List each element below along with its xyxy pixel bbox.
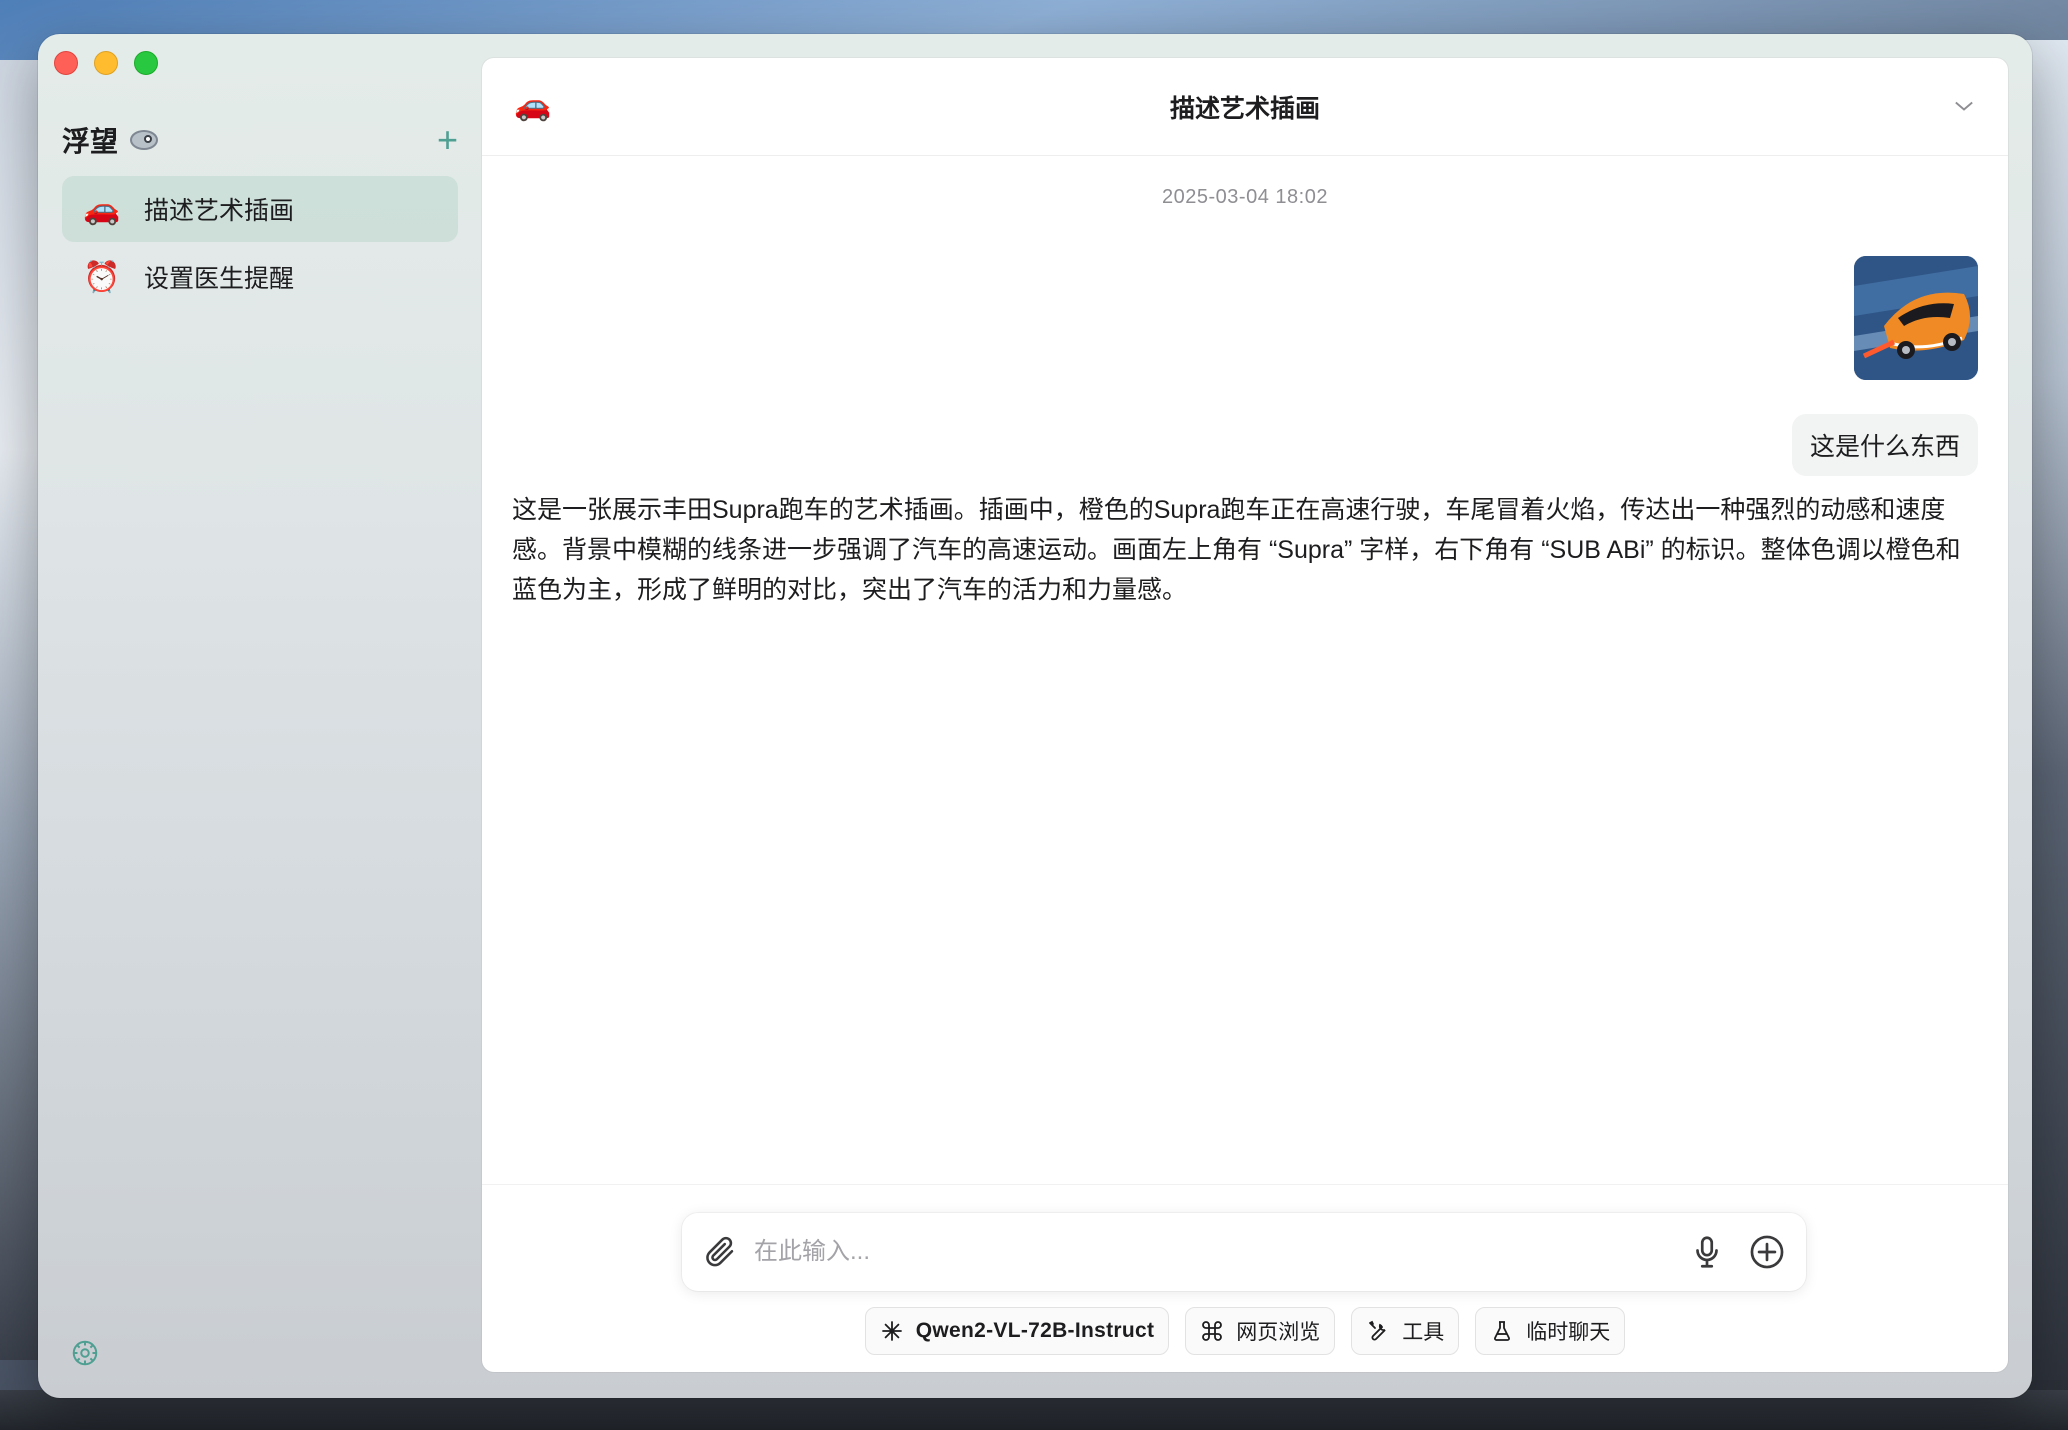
- message-timestamp: 2025-03-04 18:02: [1162, 186, 1328, 208]
- chat-title: 描述艺术插画: [1169, 94, 1320, 123]
- temp-chat-label: 临时聊天: [1526, 1321, 1611, 1344]
- message-input[interactable]: [754, 1238, 1666, 1266]
- conversation-item-describe-art[interactable]: 🚗 描述艺术插画: [62, 176, 458, 242]
- chevron-down-icon[interactable]: [1950, 92, 1978, 120]
- car-icon: 🚗: [514, 89, 552, 122]
- model-select-chip[interactable]: Qwen2-VL-72B-Instruct: [864, 1307, 1170, 1355]
- sidebar-header: 浮望 +: [62, 116, 458, 164]
- composer-chips: Qwen2-VL-72B-Instruct 网页浏览 工具 临时聊天: [482, 1307, 2008, 1355]
- eye-creature-icon: [128, 127, 162, 153]
- tools-label: 工具: [1402, 1321, 1445, 1344]
- command-icon: [1202, 1321, 1223, 1341]
- plus-circle-icon[interactable]: [1748, 1233, 1786, 1271]
- chat-panel: 🚗 描述艺术插画 2025-03-04 18:02 这是什么东西 这是一张展示丰…: [482, 58, 2008, 1372]
- car-icon: 🚗: [83, 192, 121, 226]
- conversation-item-doctor-reminder[interactable]: ⏰ 设置医生提醒: [62, 244, 458, 310]
- new-chat-button[interactable]: +: [437, 122, 458, 158]
- web-browse-chip[interactable]: 网页浏览: [1185, 1307, 1336, 1355]
- sparkle-icon: [881, 1321, 902, 1341]
- web-browse-label: 网页浏览: [1236, 1321, 1321, 1344]
- conversation-label: 描述艺术插画: [144, 197, 295, 225]
- app-title: 浮望: [62, 126, 119, 157]
- flask-icon: [1494, 1321, 1511, 1341]
- conversation-label: 设置医生提醒: [144, 265, 295, 293]
- microphone-icon[interactable]: [1688, 1233, 1726, 1271]
- tools-chip[interactable]: 工具: [1351, 1307, 1460, 1355]
- gear-icon[interactable]: [70, 1338, 100, 1368]
- car-illustration-icon: [1854, 256, 1978, 380]
- model-name: Qwen2-VL-72B-Instruct: [915, 1319, 1155, 1342]
- message-composer: [682, 1213, 1806, 1291]
- assistant-message: 这是一张展示丰田Supra跑车的艺术插画。插画中，橙色的Supra跑车正在高速行…: [512, 496, 1961, 604]
- tools-icon: [1369, 1320, 1386, 1341]
- conversation-list: 🚗 描述艺术插画 ⏰ 设置医生提醒: [62, 176, 458, 312]
- app-window: 浮望 + 🚗 描述艺术插画 ⏰ 设置医生提醒 🚗 描述艺术插画 2025-03-…: [38, 34, 2032, 1398]
- chat-header: 🚗 描述艺术插画: [482, 58, 2008, 156]
- composer-area: Qwen2-VL-72B-Instruct 网页浏览 工具: [482, 1184, 2008, 1372]
- uploaded-image-thumbnail[interactable]: [1854, 256, 1978, 380]
- alarm-clock-icon: ⏰: [83, 260, 121, 294]
- paperclip-icon[interactable]: [702, 1234, 738, 1270]
- sidebar: 浮望 + 🚗 描述艺术插画 ⏰ 设置医生提醒: [38, 34, 482, 1398]
- temp-chat-chip[interactable]: 临时聊天: [1475, 1307, 1626, 1355]
- user-message-bubble: 这是什么东西: [1791, 414, 1978, 476]
